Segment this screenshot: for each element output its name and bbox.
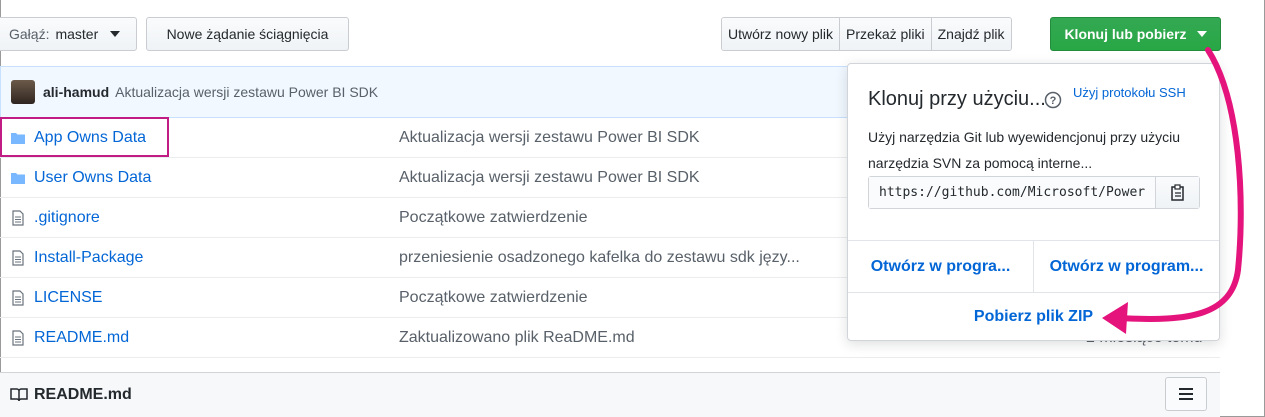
file-icon <box>12 330 24 346</box>
commit-message[interactable]: Początkowe zatwierdzenie <box>399 289 588 307</box>
commit-message[interactable]: Zaktualizowano plik ReaDME.md <box>399 329 635 347</box>
branch-label: Gałąź: <box>9 26 50 42</box>
branch-select-button[interactable]: Gałąź: master <box>0 17 137 51</box>
highlight-box <box>0 117 169 157</box>
find-file-button[interactable]: Znajdź plik <box>931 18 1011 50</box>
download-zip-button[interactable]: Pobierz plik ZIP <box>848 292 1219 340</box>
file-link[interactable]: Install-Package <box>34 249 143 267</box>
clone-download-label: Klonuj lub pobierz <box>1064 26 1187 42</box>
readme-header: README.md <box>0 372 1220 417</box>
svg-text:?: ? <box>1050 95 1057 107</box>
clipboard-icon <box>1170 183 1184 201</box>
file-icon <box>12 210 24 226</box>
avatar[interactable] <box>11 80 35 104</box>
upload-files-button[interactable]: Przekaż pliki <box>840 18 932 50</box>
file-link[interactable]: LICENSE <box>34 289 102 307</box>
popup-description: Użyj narzędzia Git lub wyewidencjonuj pr… <box>868 129 1181 171</box>
commit-author[interactable]: ali-hamud <box>43 84 109 100</box>
file-icon <box>12 290 24 306</box>
readme-title: README.md <box>34 386 132 403</box>
commit-message[interactable]: Aktualizacja wersji zestawu Power BI SDK <box>399 169 700 187</box>
file-link[interactable]: README.md <box>34 329 129 347</box>
branch-value: master <box>55 26 99 42</box>
clone-download-button[interactable]: Klonuj lub pobierz <box>1050 17 1221 51</box>
file-link[interactable]: .gitignore <box>34 209 100 227</box>
popup-title: Klonuj przy użyciu... <box>868 88 1046 110</box>
readme-menu-button[interactable] <box>1165 377 1207 411</box>
new-pull-request-button[interactable]: Nowe żądanie ściągnięcia <box>146 17 349 51</box>
clone-url-input[interactable] <box>869 177 1155 208</box>
clone-popup: Klonuj przy użyciu... ? Użyj protokołu S… <box>847 63 1220 341</box>
open-in-desktop-row: Otwórz w progra... Otwórz w program... <box>848 240 1219 292</box>
commit-message[interactable]: Aktualizacja wersji zestawu Power BI SDK <box>115 84 378 100</box>
caret-down-icon <box>1196 31 1207 37</box>
file-icon <box>12 250 24 266</box>
help-icon[interactable]: ? <box>1044 91 1062 109</box>
use-ssh-link[interactable]: Użyj protokołu SSH <box>1073 85 1186 100</box>
create-file-button[interactable]: Utwórz nowy plik <box>722 18 841 50</box>
book-icon <box>10 388 28 402</box>
open-in-desktop-button[interactable]: Otwórz w progra... <box>848 241 1034 292</box>
copy-url-button[interactable] <box>1155 177 1199 208</box>
clone-url-field <box>868 176 1200 209</box>
menu-icon <box>1179 388 1193 400</box>
commit-message[interactable]: przeniesienie osadzonego kafelka do zest… <box>399 249 800 267</box>
file-actions-group: Utwórz nowy plik Przekaż pliki Znajdź pl… <box>721 17 1012 51</box>
folder-icon <box>11 173 25 184</box>
open-in-visual-studio-button[interactable]: Otwórz w program... <box>1034 241 1219 292</box>
file-link[interactable]: User Owns Data <box>34 169 151 187</box>
commit-message[interactable]: Początkowe zatwierdzenie <box>399 209 588 227</box>
commit-message[interactable]: Aktualizacja wersji zestawu Power BI SDK <box>399 129 700 147</box>
caret-down-icon <box>110 31 121 37</box>
